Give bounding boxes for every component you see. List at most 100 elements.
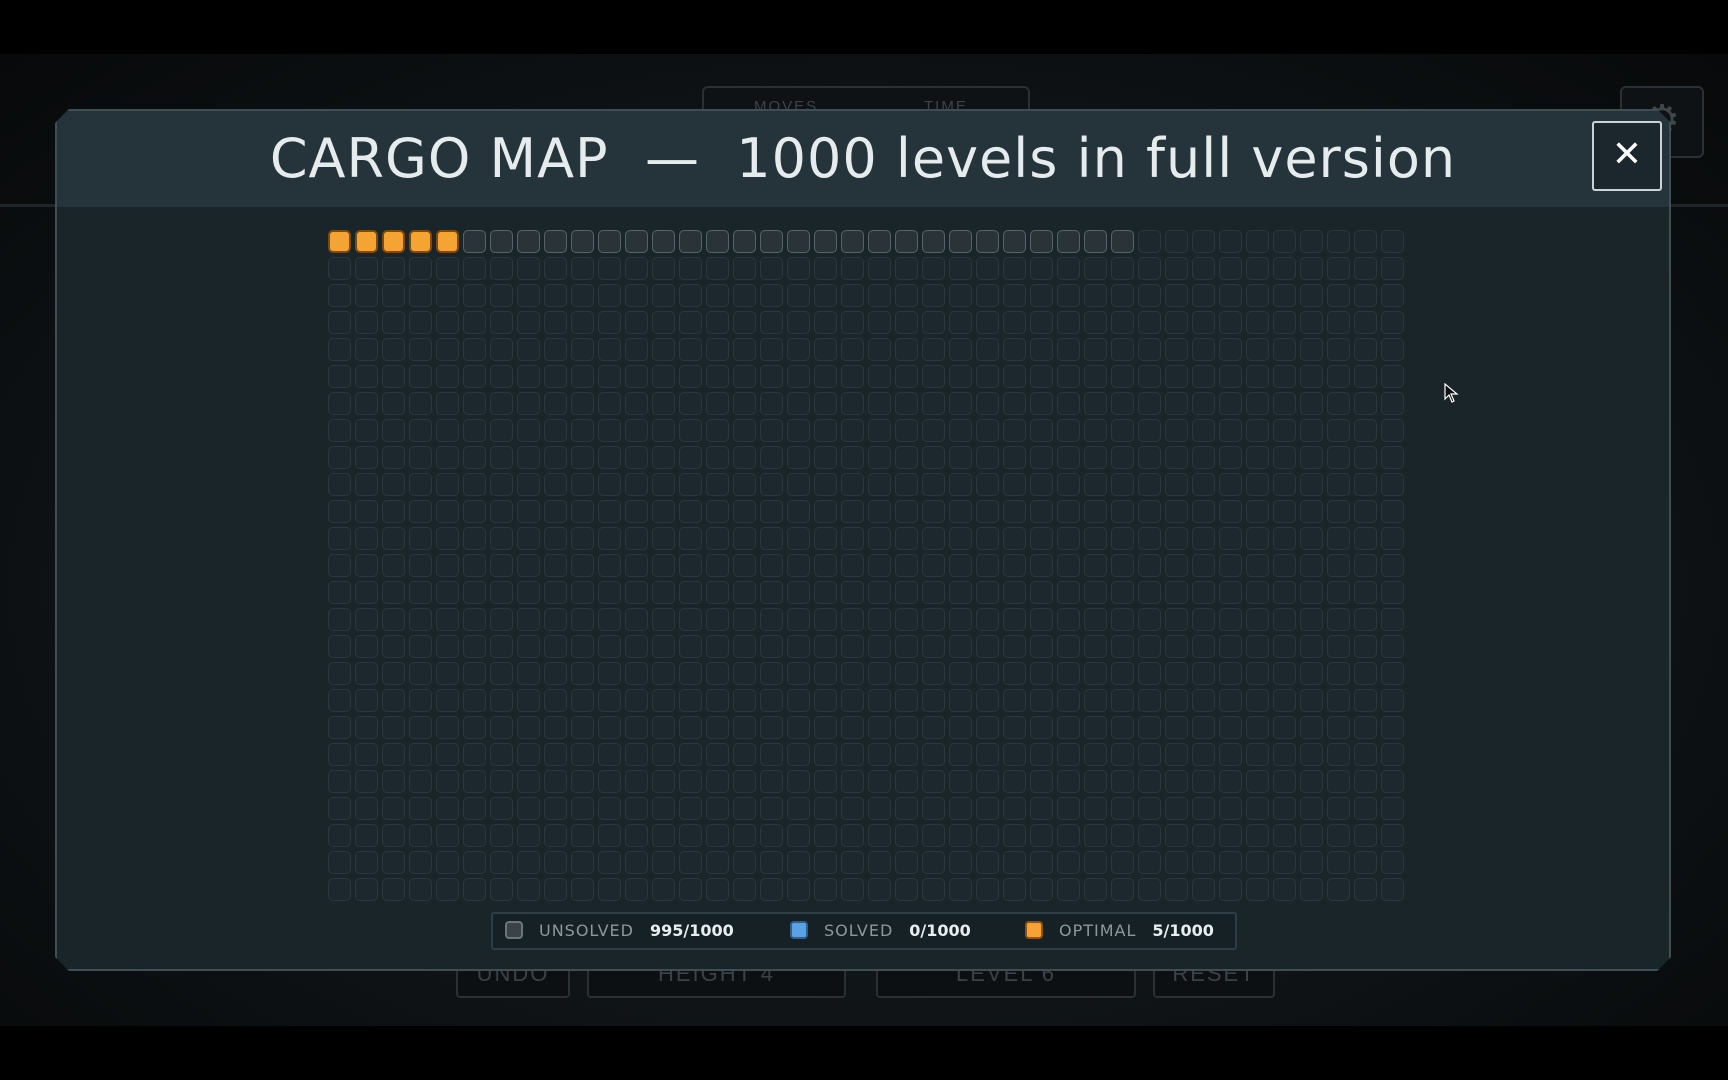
level-cell[interactable] (976, 284, 999, 307)
level-cell[interactable] (1111, 311, 1134, 334)
level-cell[interactable] (1192, 554, 1215, 577)
level-cell[interactable] (355, 527, 378, 550)
level-cell[interactable] (1003, 284, 1026, 307)
level-cell[interactable] (1003, 257, 1026, 280)
level-cell[interactable] (1030, 392, 1053, 415)
level-cell[interactable] (1084, 419, 1107, 442)
level-cell[interactable] (1327, 311, 1350, 334)
level-cell[interactable] (409, 689, 432, 712)
level-cell[interactable] (1273, 716, 1296, 739)
level-cell[interactable] (436, 500, 459, 523)
level-cell[interactable] (787, 689, 810, 712)
level-cell[interactable] (1300, 554, 1323, 577)
level-cell[interactable] (1111, 878, 1134, 901)
level-cell[interactable] (1219, 311, 1242, 334)
level-cell[interactable] (679, 581, 702, 604)
level-cell[interactable] (328, 257, 351, 280)
level-cell[interactable] (382, 878, 405, 901)
level-cell[interactable] (787, 554, 810, 577)
level-cell[interactable] (328, 689, 351, 712)
level-cell[interactable] (598, 635, 621, 658)
level-cell[interactable] (328, 824, 351, 847)
level-cell[interactable] (1300, 527, 1323, 550)
level-cell[interactable] (868, 851, 891, 874)
level-cell[interactable] (1246, 392, 1269, 415)
level-cell[interactable] (1003, 581, 1026, 604)
level-cell[interactable] (1030, 824, 1053, 847)
level-cell[interactable] (895, 770, 918, 793)
level-cell[interactable] (1111, 257, 1134, 280)
level-cell[interactable] (598, 527, 621, 550)
level-cell[interactable] (490, 851, 513, 874)
level-cell[interactable] (733, 608, 756, 631)
level-cell[interactable] (1381, 743, 1404, 766)
level-cell[interactable] (382, 824, 405, 847)
level-cell[interactable] (895, 500, 918, 523)
level-cell[interactable] (1273, 365, 1296, 388)
level-cell[interactable] (1138, 716, 1161, 739)
level-cell[interactable] (1219, 770, 1242, 793)
level-cell[interactable] (1084, 743, 1107, 766)
level-cell[interactable] (1273, 446, 1296, 469)
level-cell[interactable] (868, 446, 891, 469)
level-cell[interactable] (868, 824, 891, 847)
level-cell[interactable] (1246, 230, 1269, 253)
level-cell[interactable] (409, 770, 432, 793)
level-cell[interactable] (1165, 311, 1188, 334)
level-cell[interactable] (949, 824, 972, 847)
level-cell[interactable] (814, 851, 837, 874)
level-cell[interactable] (1003, 419, 1026, 442)
level-cell[interactable] (1192, 770, 1215, 793)
level-cell[interactable] (1003, 554, 1026, 577)
level-cell[interactable] (1165, 230, 1188, 253)
level-cell[interactable] (328, 284, 351, 307)
level-cell[interactable] (922, 527, 945, 550)
level-cell[interactable] (571, 878, 594, 901)
level-cell[interactable] (409, 338, 432, 361)
level-cell[interactable] (787, 365, 810, 388)
level-cell[interactable] (1030, 473, 1053, 496)
level-cell[interactable] (1246, 824, 1269, 847)
level-cell[interactable] (355, 743, 378, 766)
level-cell[interactable] (517, 446, 540, 469)
level-cell[interactable] (328, 500, 351, 523)
level-cell[interactable] (760, 824, 783, 847)
level-cell[interactable] (1111, 338, 1134, 361)
level-cell[interactable] (949, 419, 972, 442)
level-cell[interactable] (949, 851, 972, 874)
level-cell[interactable] (1273, 284, 1296, 307)
level-cell[interactable] (1084, 851, 1107, 874)
level-cell[interactable] (1381, 473, 1404, 496)
level-cell[interactable] (355, 257, 378, 280)
level-cell[interactable] (1381, 689, 1404, 712)
level-cell[interactable] (490, 527, 513, 550)
level-cell[interactable] (1084, 797, 1107, 820)
level-cell[interactable] (652, 392, 675, 415)
level-cell[interactable] (571, 473, 594, 496)
level-cell[interactable] (463, 365, 486, 388)
level-cell[interactable] (706, 446, 729, 469)
level-cell[interactable] (814, 257, 837, 280)
level-cell[interactable] (571, 527, 594, 550)
level-cell[interactable] (814, 527, 837, 550)
level-cell[interactable] (814, 419, 837, 442)
level-cell[interactable] (1354, 797, 1377, 820)
level-cell[interactable] (382, 851, 405, 874)
level-cell[interactable] (571, 743, 594, 766)
level-cell[interactable] (625, 473, 648, 496)
level-cell[interactable] (1057, 608, 1080, 631)
level-cell[interactable] (1192, 878, 1215, 901)
level-cell[interactable] (571, 392, 594, 415)
level-cell[interactable] (1354, 554, 1377, 577)
level-cell[interactable] (868, 581, 891, 604)
level-cell[interactable] (1165, 716, 1188, 739)
level-cell[interactable] (895, 608, 918, 631)
level-cell[interactable] (625, 365, 648, 388)
level-cell[interactable] (706, 392, 729, 415)
level-cell[interactable] (1219, 419, 1242, 442)
level-cell[interactable] (1300, 419, 1323, 442)
level-cell[interactable] (868, 392, 891, 415)
level-cell[interactable] (1381, 770, 1404, 793)
level-cell[interactable] (598, 824, 621, 847)
level-cell[interactable] (382, 392, 405, 415)
